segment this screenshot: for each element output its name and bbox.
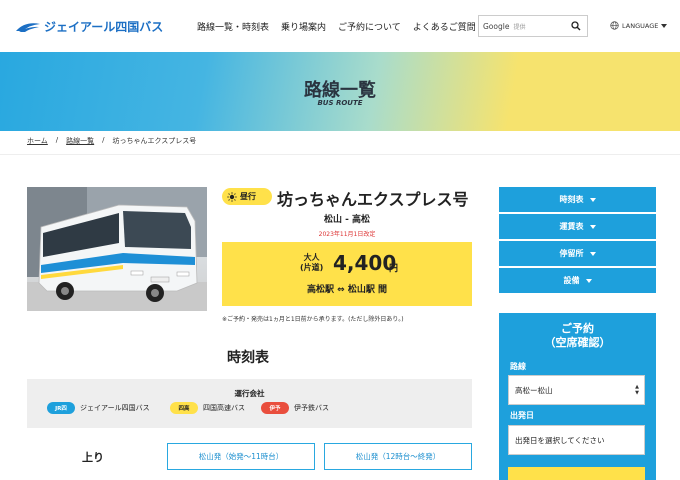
sidebar-button-label: 運賃表 <box>559 222 584 231</box>
sidebar-button-label: 停留所 <box>559 249 584 258</box>
sun-icon <box>227 191 237 202</box>
language-selector[interactable]: LANGUAGE <box>610 21 668 30</box>
operator-chip: JR四 <box>47 402 75 414</box>
operator-name: 伊予鉄バス <box>294 404 329 412</box>
operator-chip: 伊予 <box>261 402 289 414</box>
operator-iyotetsu-bus: 伊予 伊予鉄バス <box>261 402 329 414</box>
daytime-badge: 昼行 <box>222 188 272 205</box>
fare-label-adult: 大人 <box>303 253 320 262</box>
caret-down-icon <box>585 278 592 283</box>
fare-label-oneway: (片道) <box>300 263 324 272</box>
timetable-title: 時刻表 <box>227 350 269 366</box>
route-name: 坊っちゃんエクスプレス号 <box>277 190 469 209</box>
logo-text: ジェイアール四国バス <box>44 20 164 34</box>
operator-name: ジェイアール四国バス <box>80 404 150 412</box>
caret-down-icon <box>589 224 596 229</box>
sidebar-stops-button[interactable]: 停留所 <box>499 241 656 266</box>
breadcrumb-separator: / <box>102 136 105 144</box>
booking-title-sub: （空席確認） <box>544 336 611 349</box>
direction-label: 上り <box>82 451 104 464</box>
booking-panel: ご予約 （空席確認） 路線 高松ー松山 ▲ ▼ 出発日 出発日を選択してください <box>499 313 656 480</box>
search-box[interactable]: Google 提供 <box>478 15 588 37</box>
divider <box>0 154 680 155</box>
operator-chip: 四高 <box>170 402 198 414</box>
operator-name: 四国高速バス <box>203 404 245 412</box>
fare-unit: 円 <box>389 264 399 274</box>
breadcrumb: ホーム / 路線一覧 / 坊っちゃんエクスプレス号 <box>27 136 196 146</box>
route-select-value: 高松ー松山 <box>515 385 553 395</box>
site-logo[interactable]: ジェイアール四国バス <box>15 18 163 35</box>
sidebar-button-label: 時刻表 <box>559 195 584 204</box>
reservation-note: ※ご予約・発売は1ヵ月と1日前から承ります。(ただし除外日あり。) <box>222 316 404 323</box>
language-label: LANGUAGE <box>622 21 659 30</box>
caret-down-icon <box>589 197 596 202</box>
breadcrumb-separator: / <box>55 136 59 144</box>
fare-stations: 高松駅 ⇔ 松山駅 間 <box>307 285 387 295</box>
select-arrows-icon: ▲ ▼ <box>635 384 639 396</box>
breadcrumb-current: 坊っちゃんエクスプレス号 <box>112 137 197 145</box>
main-nav: 路線一覧・時刻表 乗り場案内 ご予約について よくあるご質問 <box>197 20 488 33</box>
logo-swoosh-icon <box>16 22 40 32</box>
departure-button-morning[interactable]: 松山発（始発〜11時台） <box>167 443 315 470</box>
badge-label: 昼行 <box>240 192 256 201</box>
operator-shikoku-kosoku-bus: 四高 四国高速バス <box>170 402 245 414</box>
nav-reservation[interactable]: ご予約について <box>338 20 401 33</box>
booking-title: ご予約 （空席確認） <box>499 322 656 350</box>
operators-title: 運行会社 <box>234 389 265 398</box>
operators-box: 運行会社 JR四 ジェイアール四国バス 四高 四国高速バス 伊予 伊予鉄バス <box>27 379 472 428</box>
sidebar-facilities-button[interactable]: 設備 <box>499 268 656 293</box>
route-select[interactable]: 高松ー松山 ▲ ▼ <box>508 375 645 405</box>
date-placeholder: 出発日を選択してください <box>515 435 605 445</box>
nav-boarding-guide[interactable]: 乗り場案内 <box>281 20 326 33</box>
departure-date-field[interactable]: 出発日を選択してください <box>508 425 645 455</box>
fare-box: 大人 (片道) 4,400 円 高松駅 ⇔ 松山駅 間 <box>222 242 472 306</box>
search-brand: Google <box>483 21 510 31</box>
breadcrumb-routes[interactable]: 路線一覧 <box>66 136 94 146</box>
site-header: ジェイアール四国バス 路線一覧・時刻表 乗り場案内 ご予約について よくあるご質… <box>0 0 680 52</box>
search-input[interactable]: 提供 <box>513 22 525 31</box>
route-select-label: 路線 <box>510 362 526 371</box>
bus-image <box>27 187 207 311</box>
sidebar-timetable-button[interactable]: 時刻表 <box>499 187 656 212</box>
search-icon[interactable] <box>571 21 581 31</box>
booking-submit-button[interactable] <box>508 467 645 480</box>
chevron-down-icon <box>661 23 668 28</box>
globe-icon <box>610 21 619 30</box>
page-subtitle: BUS ROUTE <box>317 99 363 107</box>
nav-faq[interactable]: よくあるご質問 <box>413 20 476 33</box>
revision-date: 2023年11月1日改定 <box>318 231 376 238</box>
route-area: 松山 - 高松 <box>323 215 370 225</box>
nav-routes-timetable[interactable]: 路線一覧・時刻表 <box>197 20 269 33</box>
date-field-label: 出発日 <box>510 411 534 420</box>
breadcrumb-home[interactable]: ホーム <box>27 136 48 146</box>
departure-button-afternoon[interactable]: 松山発（12時台〜終発） <box>324 443 472 470</box>
hero-banner: 路線一覧 BUS ROUTE <box>0 52 680 131</box>
bus-photo <box>27 187 207 311</box>
operator-jr-shikoku-bus: JR四 ジェイアール四国バス <box>47 402 150 414</box>
booking-title-main: ご予約 <box>561 322 594 335</box>
fare-label: 大人 (片道) <box>300 253 323 273</box>
sidebar-fare-button[interactable]: 運賃表 <box>499 214 656 239</box>
caret-down-icon <box>589 251 596 256</box>
fare-amount: 4,400 <box>333 251 397 275</box>
sidebar-button-label: 設備 <box>563 276 580 285</box>
